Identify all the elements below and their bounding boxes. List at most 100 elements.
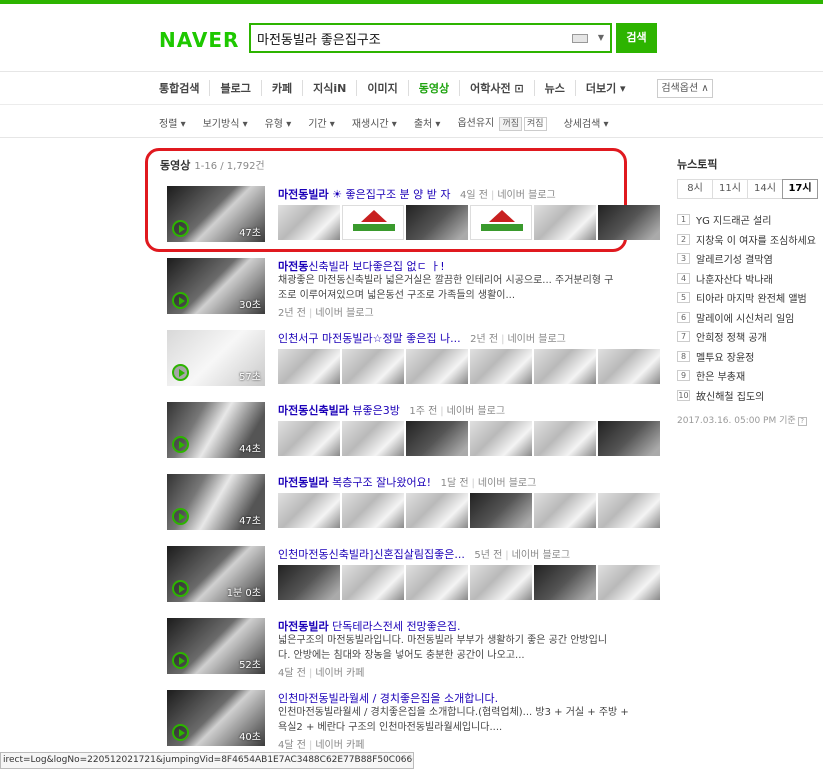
video-thumbnail[interactable]: 52초 [167, 618, 265, 674]
frame-thumb[interactable] [406, 421, 468, 456]
filter-view[interactable]: 보기방식 ▾ [203, 115, 248, 130]
play-icon[interactable] [172, 292, 189, 309]
chevron-down-icon[interactable]: ▼ [598, 33, 604, 42]
source-link[interactable]: 네이버 블로그 [507, 334, 565, 345]
naver-logo[interactable]: NAVER [159, 28, 239, 52]
frame-thumb[interactable] [278, 349, 340, 384]
frame-thumb[interactable] [406, 565, 468, 600]
video-title[interactable]: 마전동신축빌라 보다좋은집 없ㄷ ㅏ! [278, 258, 445, 274]
source-link[interactable]: 네이버 블로그 [478, 478, 536, 489]
video-title[interactable]: 인천마전동신축빌라]신혼집살림집좋은... 5년 전 | 네이버 블로그 [278, 546, 570, 562]
frame-thumb[interactable] [534, 421, 596, 456]
time-tab-14[interactable]: 14시 [747, 179, 783, 199]
frame-thumb[interactable] [342, 565, 404, 600]
frame-thumb[interactable] [470, 349, 532, 384]
tab-more[interactable]: 더보기 ▾ [574, 80, 636, 96]
frame-thumb[interactable] [406, 349, 468, 384]
keep-option-off-button[interactable]: 꺼짐 [499, 117, 522, 131]
frame-thumb[interactable] [342, 421, 404, 456]
news-item[interactable]: 5 티아라 마지막 완전체 앨범 [677, 288, 816, 308]
frame-thumb[interactable] [534, 349, 596, 384]
news-item[interactable]: 2 지창욱 이 여자를 조심하세요 [677, 230, 816, 250]
source-link[interactable]: 네이버 블로그 [512, 550, 570, 561]
news-item[interactable]: 4 나훈자산다 박나래 [677, 269, 816, 289]
frame-thumb[interactable] [534, 493, 596, 528]
help-icon[interactable]: ? [797, 417, 807, 426]
play-icon[interactable] [172, 652, 189, 669]
time-tab-17[interactable]: 17시 [782, 179, 818, 199]
source-link[interactable]: 네이버 카페 [315, 740, 364, 751]
news-item[interactable]: 6 말레이에 시신처리 일임 [677, 308, 816, 328]
source-link[interactable]: 네이버 블로그 [315, 308, 373, 319]
tab-video[interactable]: 동영상 [407, 80, 459, 96]
news-item[interactable]: 9 한은 부총재 [677, 366, 816, 386]
source-link[interactable]: 네이버 블로그 [497, 190, 555, 201]
news-item[interactable]: 10 故신해철 집도의 [677, 386, 816, 406]
video-thumbnail[interactable]: 57초 [167, 330, 265, 386]
video-thumbnail[interactable]: 44초 [167, 402, 265, 458]
frame-thumb[interactable] [278, 493, 340, 528]
time-tab-8[interactable]: 8시 [677, 179, 713, 199]
play-icon[interactable] [172, 508, 189, 525]
frame-thumb[interactable] [470, 565, 532, 600]
news-item[interactable]: 8 멜투요 장윤정 [677, 347, 816, 367]
tab-knowledge-in[interactable]: 지식iN [302, 80, 356, 96]
frame-thumb[interactable] [534, 565, 596, 600]
search-options-button[interactable]: 검색옵션 ∧ [657, 79, 713, 98]
frame-thumb[interactable] [278, 205, 340, 240]
frame-thumb[interactable] [598, 565, 660, 600]
video-title[interactable]: 마전동신축빌라 뷰좋은3방 1주 전 | 네이버 블로그 [278, 402, 505, 418]
search-input[interactable] [257, 28, 557, 48]
source-link[interactable]: 네이버 블로그 [447, 406, 505, 417]
frame-thumb[interactable] [534, 205, 596, 240]
news-item[interactable]: 7 안희정 정책 공개 [677, 327, 816, 347]
frame-thumb[interactable] [342, 349, 404, 384]
tab-dictionary[interactable]: 어학사전 ⊡ [459, 80, 534, 96]
filter-source[interactable]: 출처 ▾ [414, 115, 441, 130]
tab-blog[interactable]: 블로그 [209, 80, 260, 96]
play-icon[interactable] [172, 580, 189, 597]
video-thumbnail[interactable]: 47초 [167, 474, 265, 530]
video-title[interactable]: 마전동빌라 복층구조 잘나왔어요! 1달 전 | 네이버 블로그 [278, 474, 536, 490]
frame-thumb[interactable] [342, 493, 404, 528]
tab-integrated[interactable]: 통합검색 [159, 80, 209, 96]
play-icon[interactable] [172, 724, 189, 741]
time-tab-11[interactable]: 11시 [712, 179, 748, 199]
play-icon[interactable] [172, 220, 189, 237]
frame-thumb[interactable] [278, 421, 340, 456]
search-box[interactable]: ▼ [249, 23, 612, 53]
keyboard-icon[interactable] [572, 34, 588, 43]
frame-thumb[interactable] [470, 493, 532, 528]
video-thumbnail[interactable]: 1분 0초 [167, 546, 265, 602]
frame-thumb[interactable] [470, 421, 532, 456]
video-title[interactable]: 마전동빌라 단독테라스전세 전망좋은집. [278, 618, 461, 634]
frame-thumb[interactable] [598, 205, 660, 240]
video-title[interactable]: 인천서구 마전동빌라☆정말 좋은집 나... 2년 전 | 네이버 블로그 [278, 330, 566, 346]
filter-period[interactable]: 기간 ▾ [308, 115, 335, 130]
video-thumbnail[interactable]: 30초 [167, 258, 265, 314]
filter-detail[interactable]: 상세검색 ▾ [564, 115, 609, 130]
video-title[interactable]: 인천마전동빌라월세 / 경치좋은집을 소개합니다. [278, 690, 498, 706]
tab-cafe[interactable]: 카페 [260, 80, 302, 96]
source-link[interactable]: 네이버 카페 [315, 668, 364, 679]
video-thumbnail[interactable]: 40초 [167, 690, 265, 746]
frame-thumb[interactable] [278, 565, 340, 600]
frame-thumb[interactable] [598, 349, 660, 384]
tab-news[interactable]: 뉴스 [533, 80, 575, 96]
play-icon[interactable] [172, 436, 189, 453]
filter-sort[interactable]: 정렬 ▾ [159, 115, 186, 130]
news-item[interactable]: 3 알레르기성 결막염 [677, 249, 816, 269]
filter-type[interactable]: 유형 ▾ [265, 115, 292, 130]
filter-playtime[interactable]: 재생시간 ▾ [352, 115, 397, 130]
search-button[interactable]: 검색 [616, 23, 657, 53]
video-thumbnail[interactable]: 47초 [167, 186, 265, 242]
frame-thumb[interactable] [598, 493, 660, 528]
frame-thumb[interactable] [598, 421, 660, 456]
frame-thumb[interactable] [342, 205, 404, 240]
frame-thumb[interactable] [470, 205, 532, 240]
tab-image[interactable]: 이미지 [356, 80, 407, 96]
frame-thumb[interactable] [406, 493, 468, 528]
frame-thumb[interactable] [406, 205, 468, 240]
news-item[interactable]: 1 YG 지드래곤 설리 [677, 210, 816, 230]
video-title[interactable]: 마전동빌라 ☀ 좋은집구조 분 양 받 자 4일 전 | 네이버 블로그 [278, 186, 556, 202]
